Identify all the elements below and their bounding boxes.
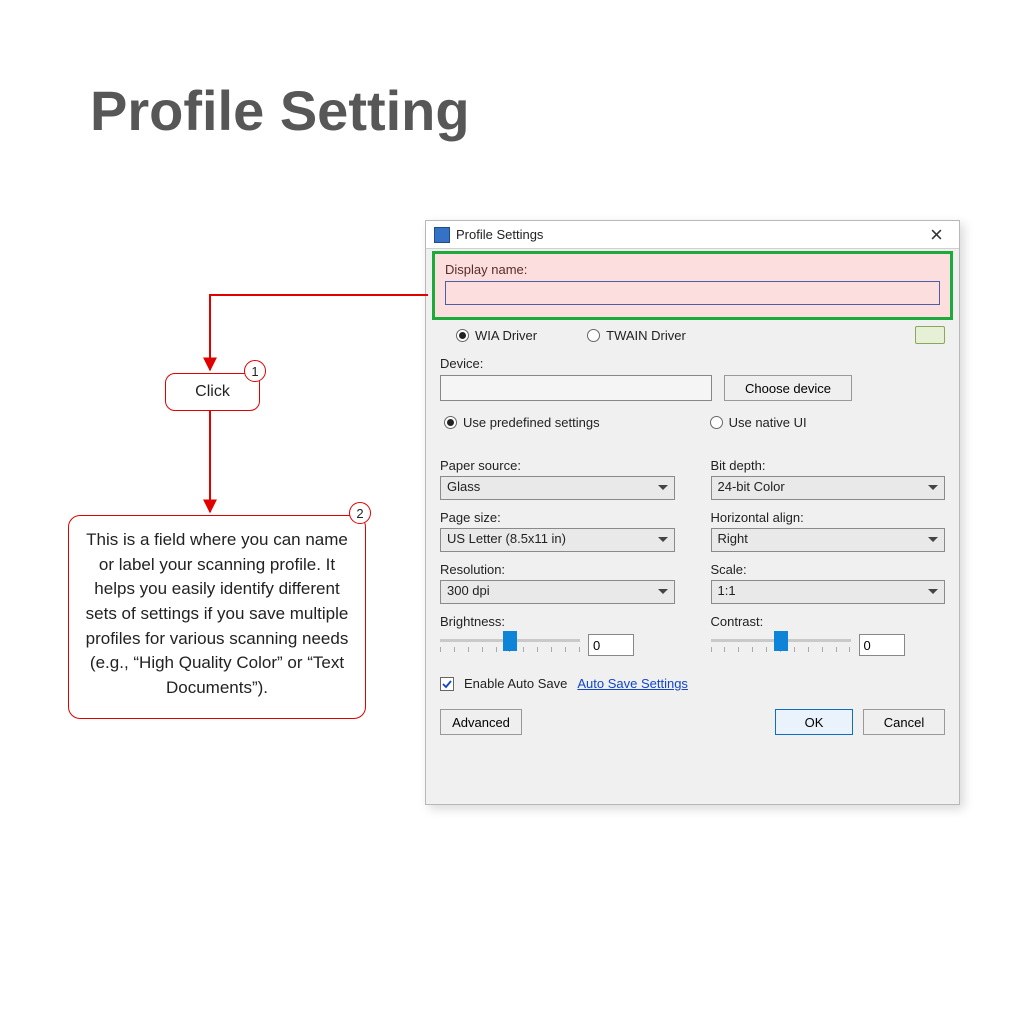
slider-thumb-icon [774, 631, 788, 651]
resolution-combo[interactable]: 300 dpi [440, 580, 675, 604]
choose-device-button[interactable]: Choose device [724, 375, 852, 401]
page-size-label: Page size: [440, 510, 675, 525]
step-click-label: Click [195, 383, 230, 401]
device-input[interactable] [440, 375, 712, 401]
radio-predefined-settings[interactable]: Use predefined settings [444, 415, 600, 430]
dialog-title: Profile Settings [456, 227, 913, 242]
scale-combo[interactable]: 1:1 [711, 580, 946, 604]
radio-dot-icon [456, 329, 469, 342]
radio-twain-driver[interactable]: TWAIN Driver [587, 328, 686, 343]
bit-depth-label: Bit depth: [711, 458, 946, 473]
enable-auto-save-label: Enable Auto Save [464, 676, 567, 691]
step-click-bubble: Click [165, 373, 260, 411]
radio-wia-label: WIA Driver [475, 328, 537, 343]
check-icon [442, 679, 452, 689]
slider-thumb-icon [503, 631, 517, 651]
app-icon [434, 227, 450, 243]
contrast-slider[interactable] [711, 632, 851, 658]
radio-twain-label: TWAIN Driver [606, 328, 686, 343]
profile-settings-dialog: Profile Settings Display name: WIA Drive… [425, 220, 960, 805]
brightness-slider[interactable] [440, 632, 580, 658]
radio-dot-icon [444, 416, 457, 429]
step-badge-1: 1 [244, 360, 266, 382]
brightness-value-input[interactable] [588, 634, 634, 656]
radio-dot-icon [587, 329, 600, 342]
radio-native-ui[interactable]: Use native UI [710, 415, 807, 430]
page-size-combo[interactable]: US Letter (8.5x11 in) [440, 528, 675, 552]
contrast-value-input[interactable] [859, 634, 905, 656]
radio-wia-driver[interactable]: WIA Driver [456, 328, 537, 343]
horizontal-align-label: Horizontal align: [711, 510, 946, 525]
explanation-box: This is a field where you can name or la… [68, 515, 366, 719]
advanced-button[interactable]: Advanced [440, 709, 522, 735]
explanation-text: This is a field where you can name or la… [86, 530, 349, 697]
radio-native-label: Use native UI [729, 415, 807, 430]
cancel-button[interactable]: Cancel [863, 709, 945, 735]
display-name-region: Display name: [432, 251, 953, 320]
brightness-label: Brightness: [440, 614, 675, 629]
scale-label: Scale: [711, 562, 946, 577]
horizontal-align-combo[interactable]: Right [711, 528, 946, 552]
page-title: Profile Setting [90, 78, 470, 143]
driver-switch[interactable] [915, 326, 945, 344]
radio-predef-label: Use predefined settings [463, 415, 600, 430]
close-button[interactable] [919, 224, 953, 246]
contrast-label: Contrast: [711, 614, 946, 629]
display-name-input[interactable] [445, 281, 940, 305]
resolution-label: Resolution: [440, 562, 675, 577]
ok-button[interactable]: OK [775, 709, 853, 735]
close-icon [931, 229, 942, 240]
device-label: Device: [440, 356, 945, 371]
step-badge-2: 2 [349, 502, 371, 524]
titlebar: Profile Settings [426, 221, 959, 249]
enable-auto-save-checkbox[interactable] [440, 677, 454, 691]
auto-save-settings-link[interactable]: Auto Save Settings [577, 676, 688, 691]
radio-dot-icon [710, 416, 723, 429]
paper-source-combo[interactable]: Glass [440, 476, 675, 500]
bit-depth-combo[interactable]: 24-bit Color [711, 476, 946, 500]
display-name-label: Display name: [445, 262, 940, 277]
paper-source-label: Paper source: [440, 458, 675, 473]
